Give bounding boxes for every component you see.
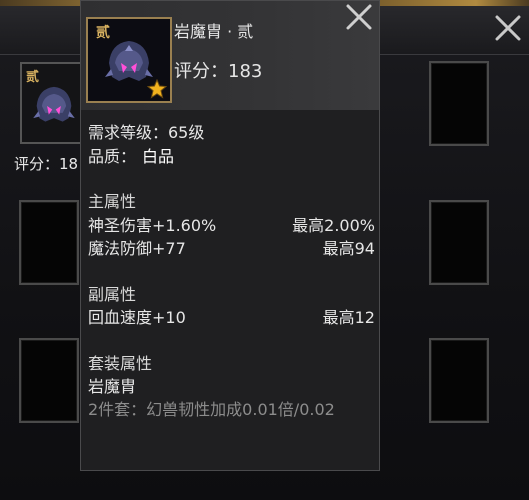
quality-value: 白品 xyxy=(142,147,175,166)
close-icon[interactable] xyxy=(492,12,524,44)
inventory-slot[interactable] xyxy=(429,61,489,146)
close-icon[interactable] xyxy=(343,1,375,33)
quality-label: 品质： xyxy=(88,147,137,166)
main-attr-title: 主属性 xyxy=(88,192,137,211)
set-bonus: 2件套：幻兽韧性加成0.01倍/0.02 xyxy=(88,400,335,419)
item-tooltip: 贰 岩魔胄 · 贰 评分：183 需求等级：65级 品质： 白品 主属性 神圣伤… xyxy=(80,0,380,471)
main-attr-max: 最高94 xyxy=(322,239,375,258)
inventory-slot[interactable] xyxy=(19,200,79,285)
inventory-slot[interactable] xyxy=(429,338,489,423)
set-attr-title: 套装属性 xyxy=(88,354,153,373)
star-icon xyxy=(147,79,167,99)
required-level: 需求等级：65级 xyxy=(88,123,205,142)
background-score-text: 评分：18 xyxy=(14,155,79,173)
inventory-slot[interactable] xyxy=(429,200,489,285)
main-attr-name: 魔法防御+77 xyxy=(88,239,186,258)
sub-attr-title: 副属性 xyxy=(88,285,137,304)
set-name: 岩魔胄 xyxy=(88,377,137,396)
item-name: 岩魔胄 · 贰 xyxy=(174,22,254,41)
equipped-item-slot[interactable]: 贰 xyxy=(20,62,86,144)
item-score: 评分：183 xyxy=(174,61,263,82)
sub-attr-max: 最高12 xyxy=(322,308,375,327)
item-icon-frame: 贰 xyxy=(86,17,172,103)
sub-attr-name: 回血速度+10 xyxy=(88,308,186,327)
inventory-slot[interactable] xyxy=(19,338,79,423)
main-attr-max: 最高2.00% xyxy=(292,216,375,235)
main-attr-name: 神圣伤害+1.60% xyxy=(88,216,217,235)
helmet-icon xyxy=(33,86,75,122)
